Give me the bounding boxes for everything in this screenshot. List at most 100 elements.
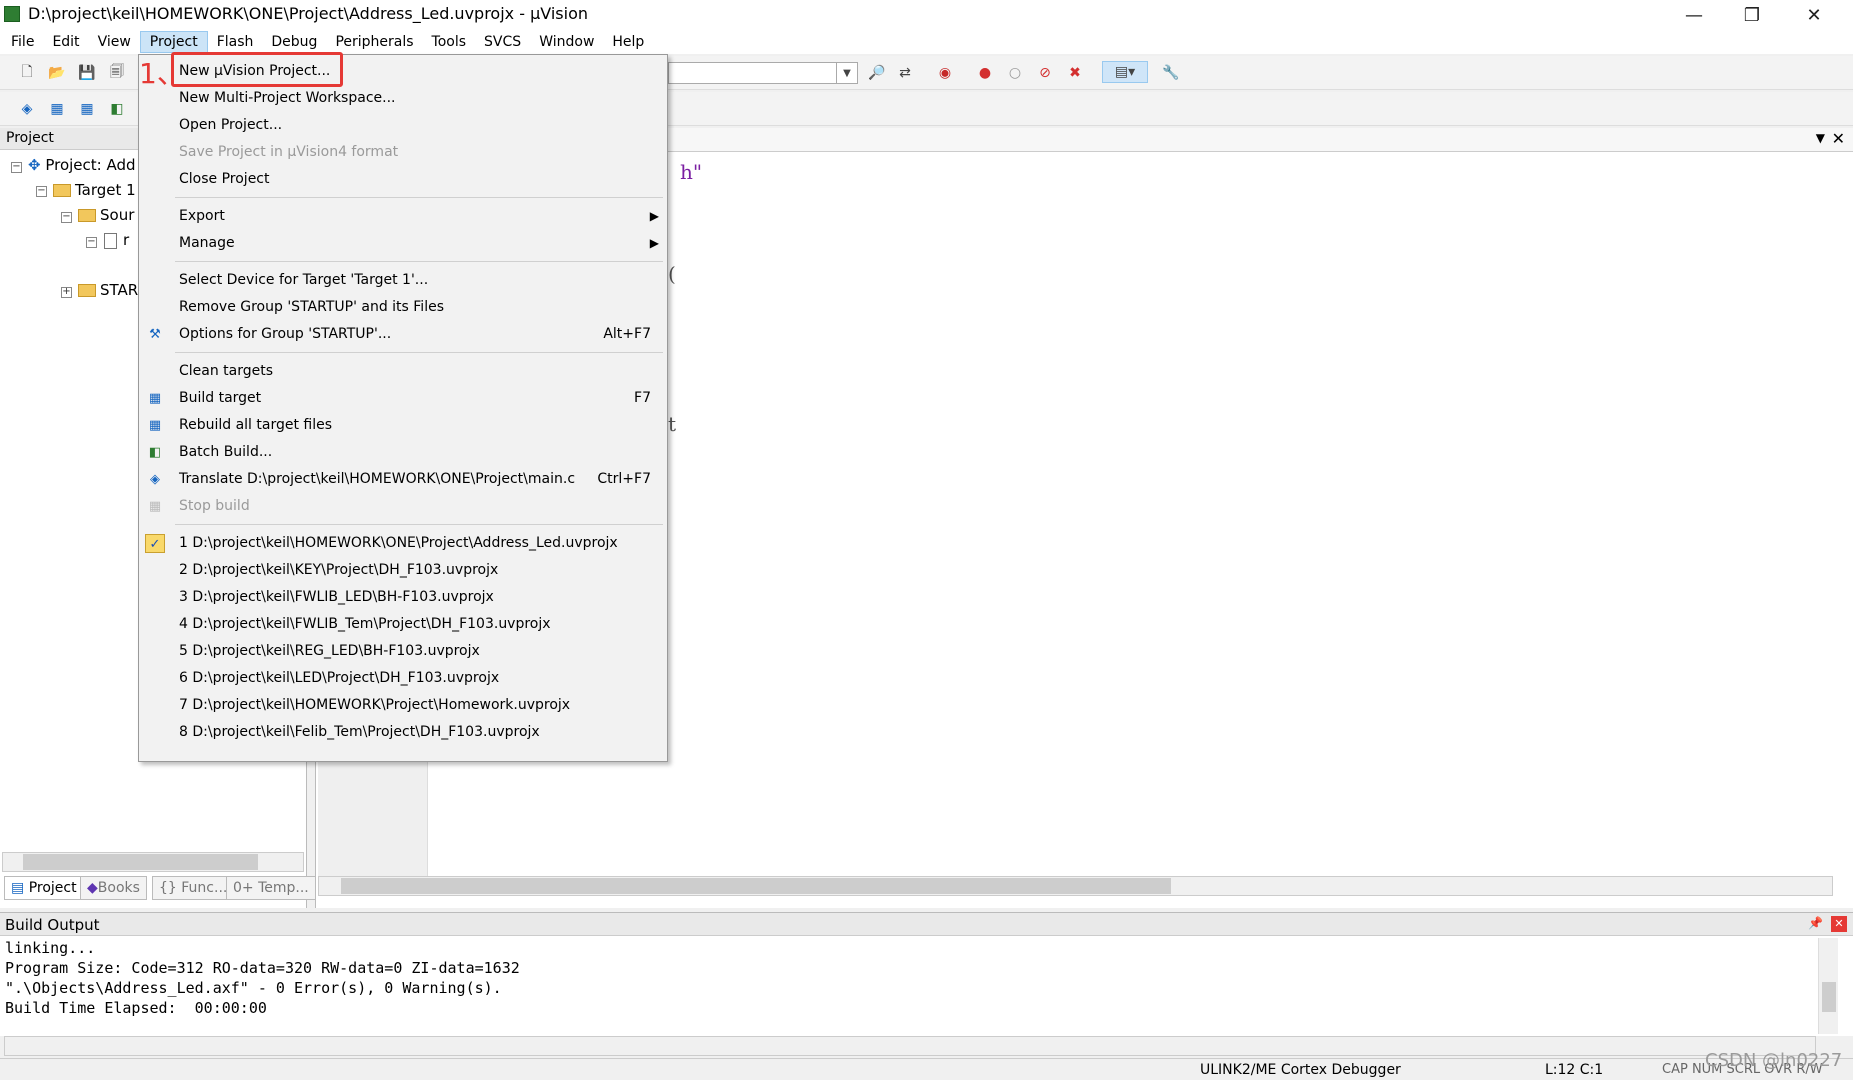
rebuild-icon[interactable]: ▦ (76, 98, 98, 120)
menu-item-new-workspace[interactable]: New Multi-Project Workspace... (139, 85, 667, 112)
window-config-icon[interactable]: ▤▾ (1102, 61, 1148, 83)
menu-item-recent-3[interactable]: 3 D:\project\keil\FWLIB_LED\BH-F103.uvpr… (139, 584, 667, 611)
status-cursor-position: L:12 C:1 (1545, 1062, 1604, 1078)
build-output-text[interactable]: linking... Program Size: Code=312 RO-data… (0, 936, 1853, 1036)
tab-books[interactable]: ◆Books (80, 876, 147, 900)
submenu-arrow-icon: ▶ (649, 209, 659, 223)
menu-item-recent-5[interactable]: 5 D:\project\keil\REG_LED\BH-F103.uvproj… (139, 638, 667, 665)
scroll-thumb[interactable] (1822, 982, 1836, 1012)
menu-debug[interactable]: Debug (262, 31, 326, 53)
menu-item-label: 6 D:\project\keil\LED\Project\DH_F103.uv… (179, 670, 500, 686)
output-line: linking... (5, 939, 96, 957)
menu-item-export[interactable]: Export ▶ (139, 203, 667, 230)
build-icon[interactable]: ▦ (46, 98, 68, 120)
menu-item-recent-8[interactable]: 8 D:\project\keil\Felib_Tem\Project\DH_F… (139, 719, 667, 746)
save-all-icon[interactable]: 🗐 (106, 62, 128, 84)
menu-edit[interactable]: Edit (43, 31, 88, 53)
tree-target[interactable]: Target 1 (53, 181, 136, 199)
menu-item-manage[interactable]: Manage ▶ (139, 230, 667, 257)
replace-icon[interactable]: ⇄ (894, 62, 916, 84)
output-vscrollbar[interactable] (1818, 938, 1838, 1034)
menu-item-recent-6[interactable]: 6 D:\project\keil\LED\Project\DH_F103.uv… (139, 665, 667, 692)
translate-icon[interactable]: ◈ (16, 98, 38, 120)
menu-window[interactable]: Window (530, 31, 603, 53)
menu-help[interactable]: Help (603, 31, 653, 53)
disable-breakpoint-icon[interactable]: ○ (1004, 62, 1026, 84)
restore-button[interactable]: ❐ (1723, 0, 1781, 30)
menu-view[interactable]: View (89, 31, 140, 53)
collapse-toggle[interactable]: − (36, 186, 47, 197)
menu-item-label: 5 D:\project\keil\REG_LED\BH-F103.uvproj… (179, 643, 480, 659)
tree-group-startup[interactable]: STAR (78, 281, 138, 299)
tree-file[interactable]: r (104, 231, 129, 249)
menu-item-build-target[interactable]: ▦ Build target F7 (139, 385, 667, 412)
tree-project-root[interactable]: ✥ Project: Add (28, 156, 136, 174)
build-output-title: Build Output (5, 916, 100, 934)
menu-flash[interactable]: Flash (208, 31, 263, 53)
minimize-button[interactable]: — (1665, 0, 1723, 30)
menu-project[interactable]: Project (139, 31, 208, 53)
menu-item-clean-targets[interactable]: Clean targets (139, 358, 667, 385)
tab-templates[interactable]: 0+ Temp... (226, 876, 316, 900)
disable-all-breakpoints-icon[interactable]: ⊘ (1034, 62, 1056, 84)
tab-project[interactable]: ▤ Project (4, 876, 84, 900)
breakpoint-icon[interactable]: ● (974, 62, 996, 84)
menu-item-remove-group[interactable]: Remove Group 'STARTUP' and its Files (139, 294, 667, 321)
scroll-thumb[interactable] (23, 854, 258, 870)
menu-item-close-project[interactable]: Close Project (139, 166, 667, 193)
menu-shortcut: Ctrl+F7 (597, 471, 651, 487)
menu-item-label: 4 D:\project\keil\FWLIB_Tem\Project\DH_F… (179, 616, 551, 632)
options-wand-icon: ⚒ (149, 327, 161, 342)
menu-item-translate[interactable]: ◈ Translate D:\project\keil\HOMEWORK\ONE\… (139, 466, 667, 493)
menu-tools[interactable]: Tools (423, 31, 476, 53)
configure-icon[interactable]: 🔧 (1160, 62, 1182, 84)
tab-list-icon[interactable]: ▼ (1816, 131, 1825, 145)
menu-item-select-device[interactable]: Select Device for Target 'Target 1'... (139, 267, 667, 294)
kill-breakpoints-icon[interactable]: ✖ (1064, 62, 1086, 84)
menu-shortcut: Alt+F7 (603, 326, 651, 342)
build-output-header: Build Output 📌 ✕ (0, 912, 1853, 936)
menu-item-open-project[interactable]: Open Project... (139, 112, 667, 139)
menu-file[interactable]: File (2, 31, 43, 53)
menu-svcs[interactable]: SVCS (475, 31, 530, 53)
debug-session-icon[interactable]: ◉ (934, 62, 956, 84)
batch-build-icon[interactable]: ◧ (106, 98, 128, 120)
open-file-icon[interactable]: 📂 (46, 62, 68, 84)
menu-peripherals[interactable]: Peripherals (326, 31, 422, 53)
expand-toggle[interactable]: + (61, 287, 72, 298)
project-hscrollbar[interactable] (2, 852, 304, 872)
menu-item-recent-4[interactable]: 4 D:\project\keil\FWLIB_Tem\Project\DH_F… (139, 611, 667, 638)
menu-item-recent-1[interactable]: ✓ 1 D:\project\keil\HOMEWORK\ONE\Project\… (139, 530, 667, 557)
collapse-toggle[interactable]: − (61, 212, 72, 223)
find-in-files-icon[interactable]: 🔎 (866, 62, 888, 84)
editor-hscrollbar[interactable] (318, 876, 1833, 896)
project-tab-icon: ▤ (11, 880, 29, 896)
close-button[interactable]: ✕ (1785, 0, 1843, 30)
combo-dropdown-icon[interactable]: ▼ (836, 62, 858, 84)
menu-item-recent-2[interactable]: 2 D:\project\keil\KEY\Project\DH_F103.uv… (139, 557, 667, 584)
menu-item-label: Build target (179, 390, 262, 406)
tree-group-source[interactable]: Sour (78, 206, 134, 224)
tab-functions[interactable]: {} Func... (152, 876, 235, 900)
output-hscrollbar[interactable] (4, 1036, 1816, 1056)
menu-item-stop-build: ▦ Stop build (139, 493, 667, 520)
tab-label: Project (28, 880, 77, 896)
pin-icon[interactable]: 📌 (1808, 916, 1823, 930)
menu-item-rebuild-all[interactable]: ▦ Rebuild all target files (139, 412, 667, 439)
collapse-toggle[interactable]: − (11, 162, 22, 173)
close-output-icon[interactable]: ✕ (1831, 916, 1847, 932)
tab-label: 0+ Temp... (233, 880, 309, 896)
output-line: Build Time Elapsed: 00:00:00 (5, 999, 267, 1017)
scroll-thumb[interactable] (341, 878, 1171, 894)
menu-item-batch-build[interactable]: ◧ Batch Build... (139, 439, 667, 466)
menu-item-options-group[interactable]: ⚒ Options for Group 'STARTUP'... Alt+F7 (139, 321, 667, 348)
new-file-icon[interactable]: 🗋 (16, 62, 38, 84)
find-combo[interactable] (668, 62, 858, 84)
close-editor-icon[interactable]: ✕ (1832, 129, 1845, 148)
menu-item-recent-7[interactable]: 7 D:\project\keil\HOMEWORK\Project\Homew… (139, 692, 667, 719)
save-icon[interactable]: 💾 (76, 62, 98, 84)
menu-separator (175, 197, 663, 198)
menu-item-label: Remove Group 'STARTUP' and its Files (179, 299, 444, 315)
collapse-toggle[interactable]: − (86, 237, 97, 248)
menu-item-label: Open Project... (179, 117, 283, 133)
